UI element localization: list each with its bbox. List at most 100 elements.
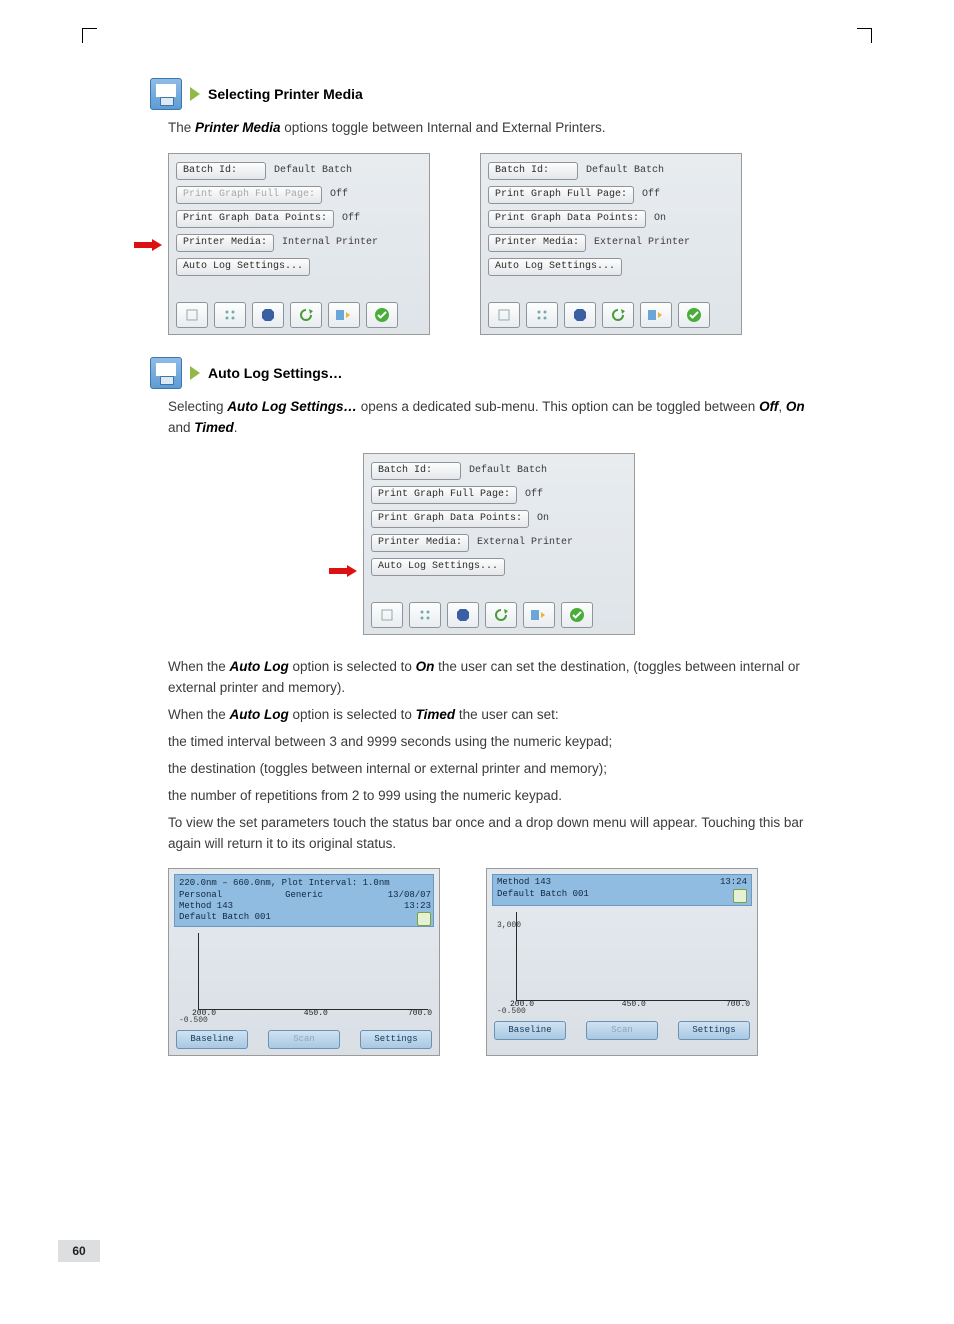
- text: ,: [778, 399, 786, 414]
- x-tick: 450.0: [304, 1010, 328, 1018]
- paragraph: When the Auto Log option is selected to …: [168, 657, 830, 699]
- settings-button[interactable]: Settings: [678, 1021, 750, 1040]
- stop-icon[interactable]: [252, 302, 284, 328]
- settings-button[interactable]: Settings: [360, 1030, 432, 1049]
- save-icon: [150, 357, 182, 389]
- settings-panel-autolog: Batch Id:Default Batch Print Graph Full …: [363, 453, 635, 635]
- status-bar[interactable]: 220.0nm – 660.0nm, Plot Interval: 1.0nm …: [174, 874, 434, 927]
- term: Printer Media: [195, 120, 281, 135]
- toolbar-icon-1[interactable]: [488, 302, 520, 328]
- paragraph: the destination (toggles between interna…: [168, 759, 830, 780]
- text: options toggle between Internal and Exte…: [281, 120, 606, 135]
- refresh-icon[interactable]: [485, 602, 517, 628]
- print-full-page-value: Off: [517, 490, 543, 500]
- term: Auto Log Settings…: [227, 399, 357, 414]
- auto-log-settings-button[interactable]: Auto Log Settings...: [176, 258, 310, 276]
- stop-icon[interactable]: [564, 302, 596, 328]
- auto-log-settings-button[interactable]: Auto Log Settings...: [371, 558, 505, 576]
- save-next-icon[interactable]: [523, 602, 555, 628]
- settings-panel-internal: Batch Id:Default Batch Print Graph Full …: [168, 153, 430, 335]
- term: On: [416, 659, 435, 674]
- text: When the: [168, 659, 230, 674]
- ok-icon[interactable]: [366, 302, 398, 328]
- paragraph: the timed interval between 3 and 9999 se…: [168, 732, 830, 753]
- text: Selecting: [168, 399, 227, 414]
- term: Timed: [194, 420, 234, 435]
- toolbar-icon-2[interactable]: [526, 302, 558, 328]
- refresh-icon[interactable]: [290, 302, 322, 328]
- print-full-page-button[interactable]: Print Graph Full Page:: [176, 186, 322, 204]
- print-data-points-value: On: [529, 514, 549, 524]
- red-arrow-icon: [134, 239, 162, 255]
- toolbar: [488, 302, 734, 328]
- printer-media-button[interactable]: Printer Media:: [371, 534, 469, 552]
- play-icon: [190, 366, 200, 380]
- x-tick: 700.0: [408, 1010, 432, 1018]
- stop-icon[interactable]: [447, 602, 479, 628]
- status-date: 13/08/07: [388, 890, 431, 901]
- print-data-points-button[interactable]: Print Graph Data Points:: [488, 210, 646, 228]
- printer-media-value: External Printer: [586, 238, 690, 248]
- status-line: 220.0nm – 660.0nm, Plot Interval: 1.0nm: [179, 878, 429, 889]
- print-data-points-button[interactable]: Print Graph Data Points:: [371, 510, 529, 528]
- paragraph: When the Auto Log option is selected to …: [168, 705, 830, 726]
- intro-paragraph: The Printer Media options toggle between…: [168, 118, 830, 139]
- play-icon: [190, 87, 200, 101]
- document-icon: [733, 889, 747, 903]
- printer-media-button[interactable]: Printer Media:: [488, 234, 586, 252]
- toolbar: [371, 602, 627, 628]
- status-line: Default Batch 001: [179, 912, 271, 922]
- ok-icon[interactable]: [678, 302, 710, 328]
- term: Timed: [416, 707, 456, 722]
- status-line: Method 143: [179, 901, 233, 911]
- red-arrow-icon: [329, 565, 357, 581]
- ok-icon[interactable]: [561, 602, 593, 628]
- crop-mark: [857, 28, 872, 43]
- print-data-points-value: Off: [334, 214, 360, 224]
- status-time: 13:23: [404, 901, 431, 912]
- save-next-icon[interactable]: [640, 302, 672, 328]
- toolbar-icon-1[interactable]: [176, 302, 208, 328]
- toolbar-icon-1[interactable]: [371, 602, 403, 628]
- save-icon: [150, 78, 182, 110]
- batch-id-button[interactable]: Batch Id:: [488, 162, 578, 180]
- status-line: Method 143: [497, 877, 589, 888]
- x-tick: 200.0: [192, 1010, 216, 1018]
- toolbar-icon-2[interactable]: [214, 302, 246, 328]
- term: Auto Log: [230, 659, 289, 674]
- auto-log-settings-button[interactable]: Auto Log Settings...: [488, 258, 622, 276]
- intro-paragraph: Selecting Auto Log Settings… opens a ded…: [168, 397, 830, 439]
- batch-id-button[interactable]: Batch Id:: [371, 462, 461, 480]
- crop-mark: [82, 28, 97, 43]
- refresh-icon[interactable]: [602, 302, 634, 328]
- status-time: 13:24: [720, 877, 747, 888]
- batch-id-button[interactable]: Batch Id:: [176, 162, 266, 180]
- print-full-page-button[interactable]: Print Graph Full Page:: [488, 186, 634, 204]
- status-bar[interactable]: Method 143 Default Batch 001 13:24: [492, 874, 752, 905]
- baseline-button[interactable]: Baseline: [494, 1021, 566, 1040]
- status-line: Personal: [179, 890, 222, 900]
- print-full-page-value: Off: [322, 190, 348, 200]
- batch-id-value: Default Batch: [578, 166, 664, 176]
- toolbar-icon-2[interactable]: [409, 602, 441, 628]
- x-tick: 450.0: [622, 1001, 646, 1009]
- print-full-page-value: Off: [634, 190, 660, 200]
- print-data-points-button[interactable]: Print Graph Data Points:: [176, 210, 334, 228]
- print-full-page-button[interactable]: Print Graph Full Page:: [371, 486, 517, 504]
- printer-media-button[interactable]: Printer Media:: [176, 234, 274, 252]
- scan-button[interactable]: Scan: [586, 1021, 658, 1040]
- settings-panel-external: Batch Id:Default Batch Print Graph Full …: [480, 153, 742, 335]
- baseline-button[interactable]: Baseline: [176, 1030, 248, 1049]
- scan-button[interactable]: Scan: [268, 1030, 340, 1049]
- term: Auto Log: [230, 707, 289, 722]
- chart-area: [198, 933, 428, 1010]
- paragraph: the number of repetitions from 2 to 999 …: [168, 786, 830, 807]
- section-heading: Auto Log Settings…: [208, 365, 343, 381]
- batch-id-value: Default Batch: [266, 166, 352, 176]
- x-axis-ticks: 200.0 450.0 700.0: [198, 1010, 428, 1020]
- save-next-icon[interactable]: [328, 302, 360, 328]
- text: When the: [168, 707, 230, 722]
- section-heading: Selecting Printer Media: [208, 86, 363, 102]
- printer-media-value: Internal Printer: [274, 238, 378, 248]
- printer-media-value: External Printer: [469, 538, 573, 548]
